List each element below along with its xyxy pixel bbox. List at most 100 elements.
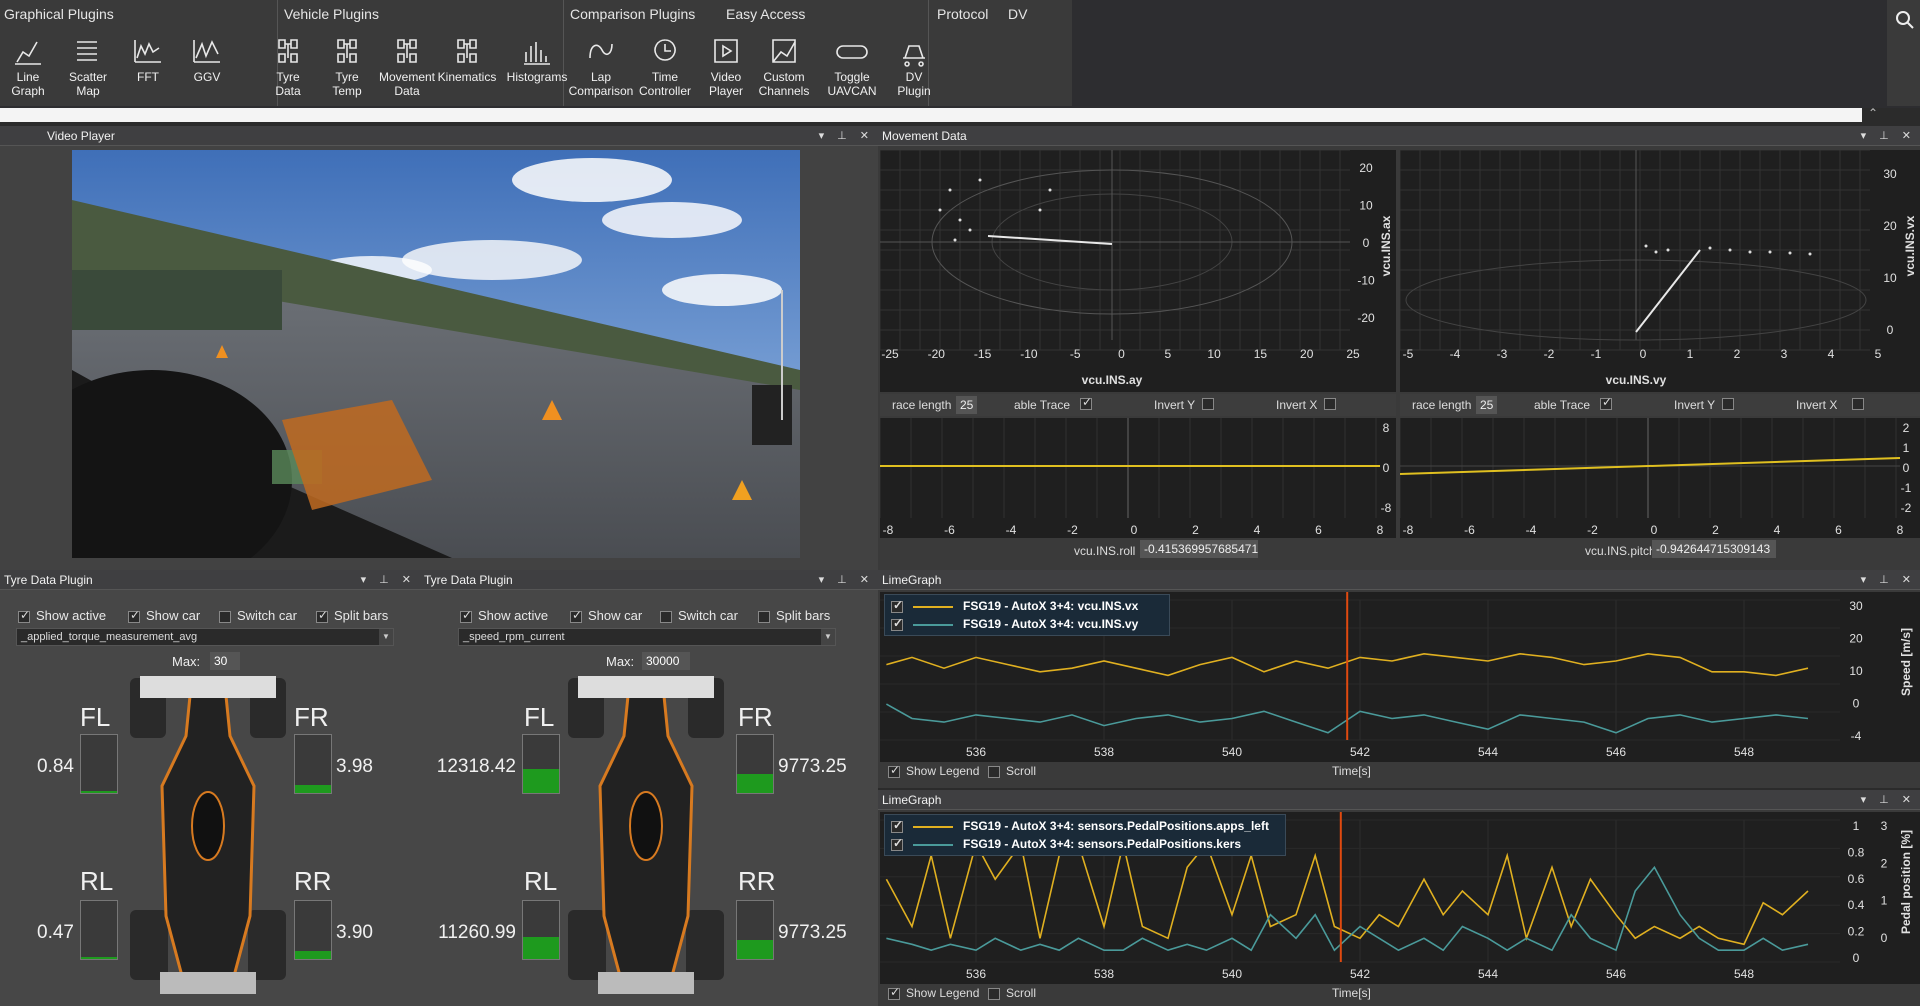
legend-checkbox[interactable] — [891, 616, 903, 631]
legend-swatch — [913, 623, 953, 626]
group-label-comparison: Comparison Plugins — [570, 6, 696, 22]
invert-x-checkbox[interactable] — [1324, 398, 1336, 410]
tool-button-histograms[interactable]: Histograms — [503, 30, 571, 106]
legend-item[interactable]: FSG19 - AutoX 3+4: sensors.PedalPosition… — [891, 836, 1241, 851]
tool-button-dv-plugin[interactable]: DV Plugin — [880, 30, 948, 106]
y-tick-label: 0.4 — [1848, 898, 1865, 912]
search-icon[interactable] — [1895, 10, 1915, 30]
tool-button-lap-comparison[interactable]: Lap Comparison — [567, 30, 635, 106]
tool-button-ggv[interactable]: GGV — [173, 30, 241, 106]
x-tick-label: 2 — [1712, 523, 1719, 537]
tool-button-custom-channels[interactable]: Custom Channels — [750, 30, 818, 106]
invert-x-checkbox[interactable] — [1852, 398, 1864, 410]
channel-dropdown[interactable]: _speed_rpm_current ▼ — [458, 628, 836, 646]
tool-button-toggle-uavcan[interactable]: Toggle UAVCAN — [818, 30, 886, 106]
x-tick-label: 540 — [1222, 745, 1242, 759]
y-tick-label: 30 — [1883, 167, 1897, 181]
enable-trace-checkbox[interactable] — [1080, 395, 1092, 410]
trace-length-input[interactable]: 25 — [1476, 396, 1498, 414]
wheel-value-rr: 9773.25 — [778, 922, 847, 943]
panel-controls[interactable]: ▾ ⊥ ✕ — [1861, 570, 1916, 590]
gg-plot-right[interactable]: -5 -4 -3 -2 -1 0 1 2 3 4 5 30 20 10 0 vcu.INS.vy vcu.INS… — [1399, 149, 1920, 392]
tool-button-scatter-map[interactable]: Scatter Map — [54, 30, 122, 106]
checkbox-box[interactable] — [460, 608, 472, 623]
panel-controls[interactable]: ▾ ⊥ ✕ — [361, 570, 416, 590]
x-tick-label: 15 — [1254, 347, 1268, 361]
legend-item[interactable]: FSG19 - AutoX 3+4: sensors.PedalPosition… — [891, 818, 1269, 833]
checkbox-box[interactable] — [219, 610, 231, 623]
channel-dropdown[interactable]: _applied_torque_measurement_avg ▼ — [16, 628, 394, 646]
tool-button-fft[interactable]: FFT — [114, 30, 182, 106]
video-frame[interactable] — [72, 150, 800, 558]
x-tick-label: 20 — [1300, 347, 1314, 361]
tool-label: Toggle — [834, 70, 870, 84]
panel-controls[interactable]: ▾ ⊥ ✕ — [1861, 790, 1916, 810]
chevron-down-icon[interactable]: ▼ — [821, 629, 835, 645]
icon-path — [77, 41, 97, 61]
checkbox-box[interactable] — [128, 608, 140, 623]
show-active-checkbox[interactable]: Show active — [18, 608, 106, 623]
legend-checkbox[interactable] — [891, 598, 903, 613]
tool-button-kinematics[interactable]: Kinematics — [433, 30, 501, 106]
x-tick-label: -15 — [974, 347, 992, 361]
show-car-checkbox[interactable]: Show car — [128, 608, 200, 623]
max-input[interactable]: 30000 — [642, 652, 690, 670]
switch-car-checkbox[interactable]: Switch car — [660, 608, 738, 623]
invert-y-checkbox[interactable] — [1202, 398, 1214, 410]
legend-checkbox[interactable] — [891, 836, 903, 851]
show-legend-checkbox[interactable]: Show Legend — [888, 985, 979, 1000]
checkbox-box[interactable] — [758, 610, 770, 623]
icon-path — [903, 45, 925, 67]
checkbox-box[interactable] — [570, 608, 582, 623]
x-tick-label: -4 — [1450, 347, 1461, 361]
show-active-checkbox[interactable]: Show active — [460, 608, 548, 623]
legend-checkbox[interactable] — [891, 818, 903, 833]
invert-y-checkbox[interactable] — [1722, 398, 1734, 410]
split-bars-checkbox[interactable]: Split bars — [316, 608, 388, 623]
panel-controls[interactable]: ▾ ⊥ ✕ — [819, 126, 874, 146]
trace-length-input[interactable]: 25 — [956, 396, 978, 414]
panel-controls[interactable]: ▾ ⊥ ✕ — [1861, 126, 1916, 146]
chevron-up-icon[interactable]: ⌃ — [1868, 106, 1878, 120]
checkbox-box[interactable] — [18, 608, 30, 623]
checkbox-box[interactable] — [988, 765, 1000, 778]
tool-button-time-controller[interactable]: Time Controller — [631, 30, 699, 106]
legend-item[interactable]: FSG19 - AutoX 3+4: vcu.INS.vy — [891, 616, 1138, 631]
y-tick-label: -2 — [1901, 501, 1912, 515]
checkbox-box[interactable] — [660, 610, 672, 623]
chevron-down-icon[interactable]: ▼ — [379, 629, 393, 645]
tool-button-tyre-data[interactable]: Tyre Data — [254, 30, 322, 106]
legend-item[interactable]: FSG19 - AutoX 3+4: vcu.INS.vx — [891, 598, 1138, 613]
show-car-checkbox[interactable]: Show car — [570, 608, 642, 623]
tool-button-movement-data[interactable]: Movement Data — [373, 30, 441, 106]
dv-plugin-icon — [903, 45, 925, 67]
tool-button-line-graph[interactable]: Line Graph — [0, 30, 62, 106]
show-legend-checkbox[interactable]: Show Legend — [888, 763, 979, 778]
icon-path — [836, 45, 868, 59]
document-tab-strip[interactable] — [0, 108, 1862, 122]
max-input[interactable]: 30 — [210, 652, 240, 670]
tool-button-tyre-temp[interactable]: Tyre Temp — [313, 30, 381, 106]
checkbox-box[interactable] — [888, 763, 900, 778]
x-tick-label: 538 — [1094, 745, 1114, 759]
x-tick-label: 544 — [1478, 745, 1498, 759]
checkbox-box[interactable] — [316, 608, 328, 623]
split-bars-checkbox[interactable]: Split bars — [758, 608, 830, 623]
gg-plot-left[interactable]: -25 -20 -15 -10 -5 0 5 10 15 20 25 20 10 0 -10 -20 vcu.I… — [879, 149, 1396, 392]
checkbox-box[interactable] — [988, 987, 1000, 1000]
y-tick-label: 10 — [1849, 664, 1863, 678]
x-tick-label: -2 — [1544, 347, 1555, 361]
option-label: Split bars — [776, 608, 831, 623]
dropdown-value: _applied_torque_measurement_avg — [21, 631, 198, 643]
checkbox-box[interactable] — [888, 985, 900, 1000]
enable-trace-checkbox[interactable] — [1600, 395, 1612, 410]
x-tick-label: -25 — [881, 347, 899, 361]
icon-path — [337, 39, 357, 63]
panel-controls[interactable]: ▾ ⊥ ✕ — [819, 570, 874, 590]
switch-car-checkbox[interactable]: Switch car — [219, 608, 297, 623]
scroll-checkbox[interactable]: Scroll — [988, 986, 1036, 1000]
scroll-checkbox[interactable]: Scroll — [988, 764, 1036, 778]
max-label: Max: — [172, 654, 201, 669]
x-tick-label: -4 — [1526, 523, 1537, 537]
x-tick-label: 546 — [1606, 745, 1626, 759]
